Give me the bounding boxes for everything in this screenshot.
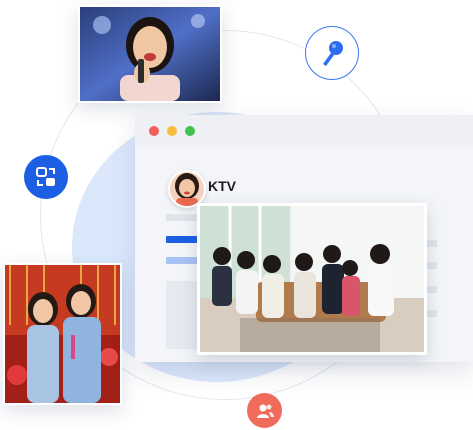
- placeholder-line: [166, 214, 198, 221]
- placeholder-line: [427, 240, 437, 247]
- browser-title-bar: [135, 115, 473, 145]
- users-badge[interactable]: [247, 393, 282, 428]
- users-icon: [256, 404, 274, 418]
- microphone-badge[interactable]: [305, 26, 359, 80]
- placeholder-line: [427, 262, 437, 269]
- close-dot[interactable]: [149, 126, 159, 136]
- page-title: KTV: [208, 178, 236, 194]
- maximize-dot[interactable]: [185, 126, 195, 136]
- swap-icon: [36, 167, 55, 186]
- nav-item[interactable]: [166, 257, 198, 264]
- placeholder-line: [427, 310, 437, 317]
- swap-badge[interactable]: [24, 155, 68, 199]
- singers-photo-left: [3, 263, 122, 405]
- singer-photo-top: [78, 5, 222, 103]
- minimize-dot[interactable]: [167, 126, 177, 136]
- placeholder-block: [166, 281, 198, 349]
- microphone-icon: [323, 41, 343, 66]
- karaoke-group-photo: [197, 203, 427, 355]
- nav-item-active[interactable]: [166, 236, 198, 243]
- placeholder-line: [427, 286, 437, 293]
